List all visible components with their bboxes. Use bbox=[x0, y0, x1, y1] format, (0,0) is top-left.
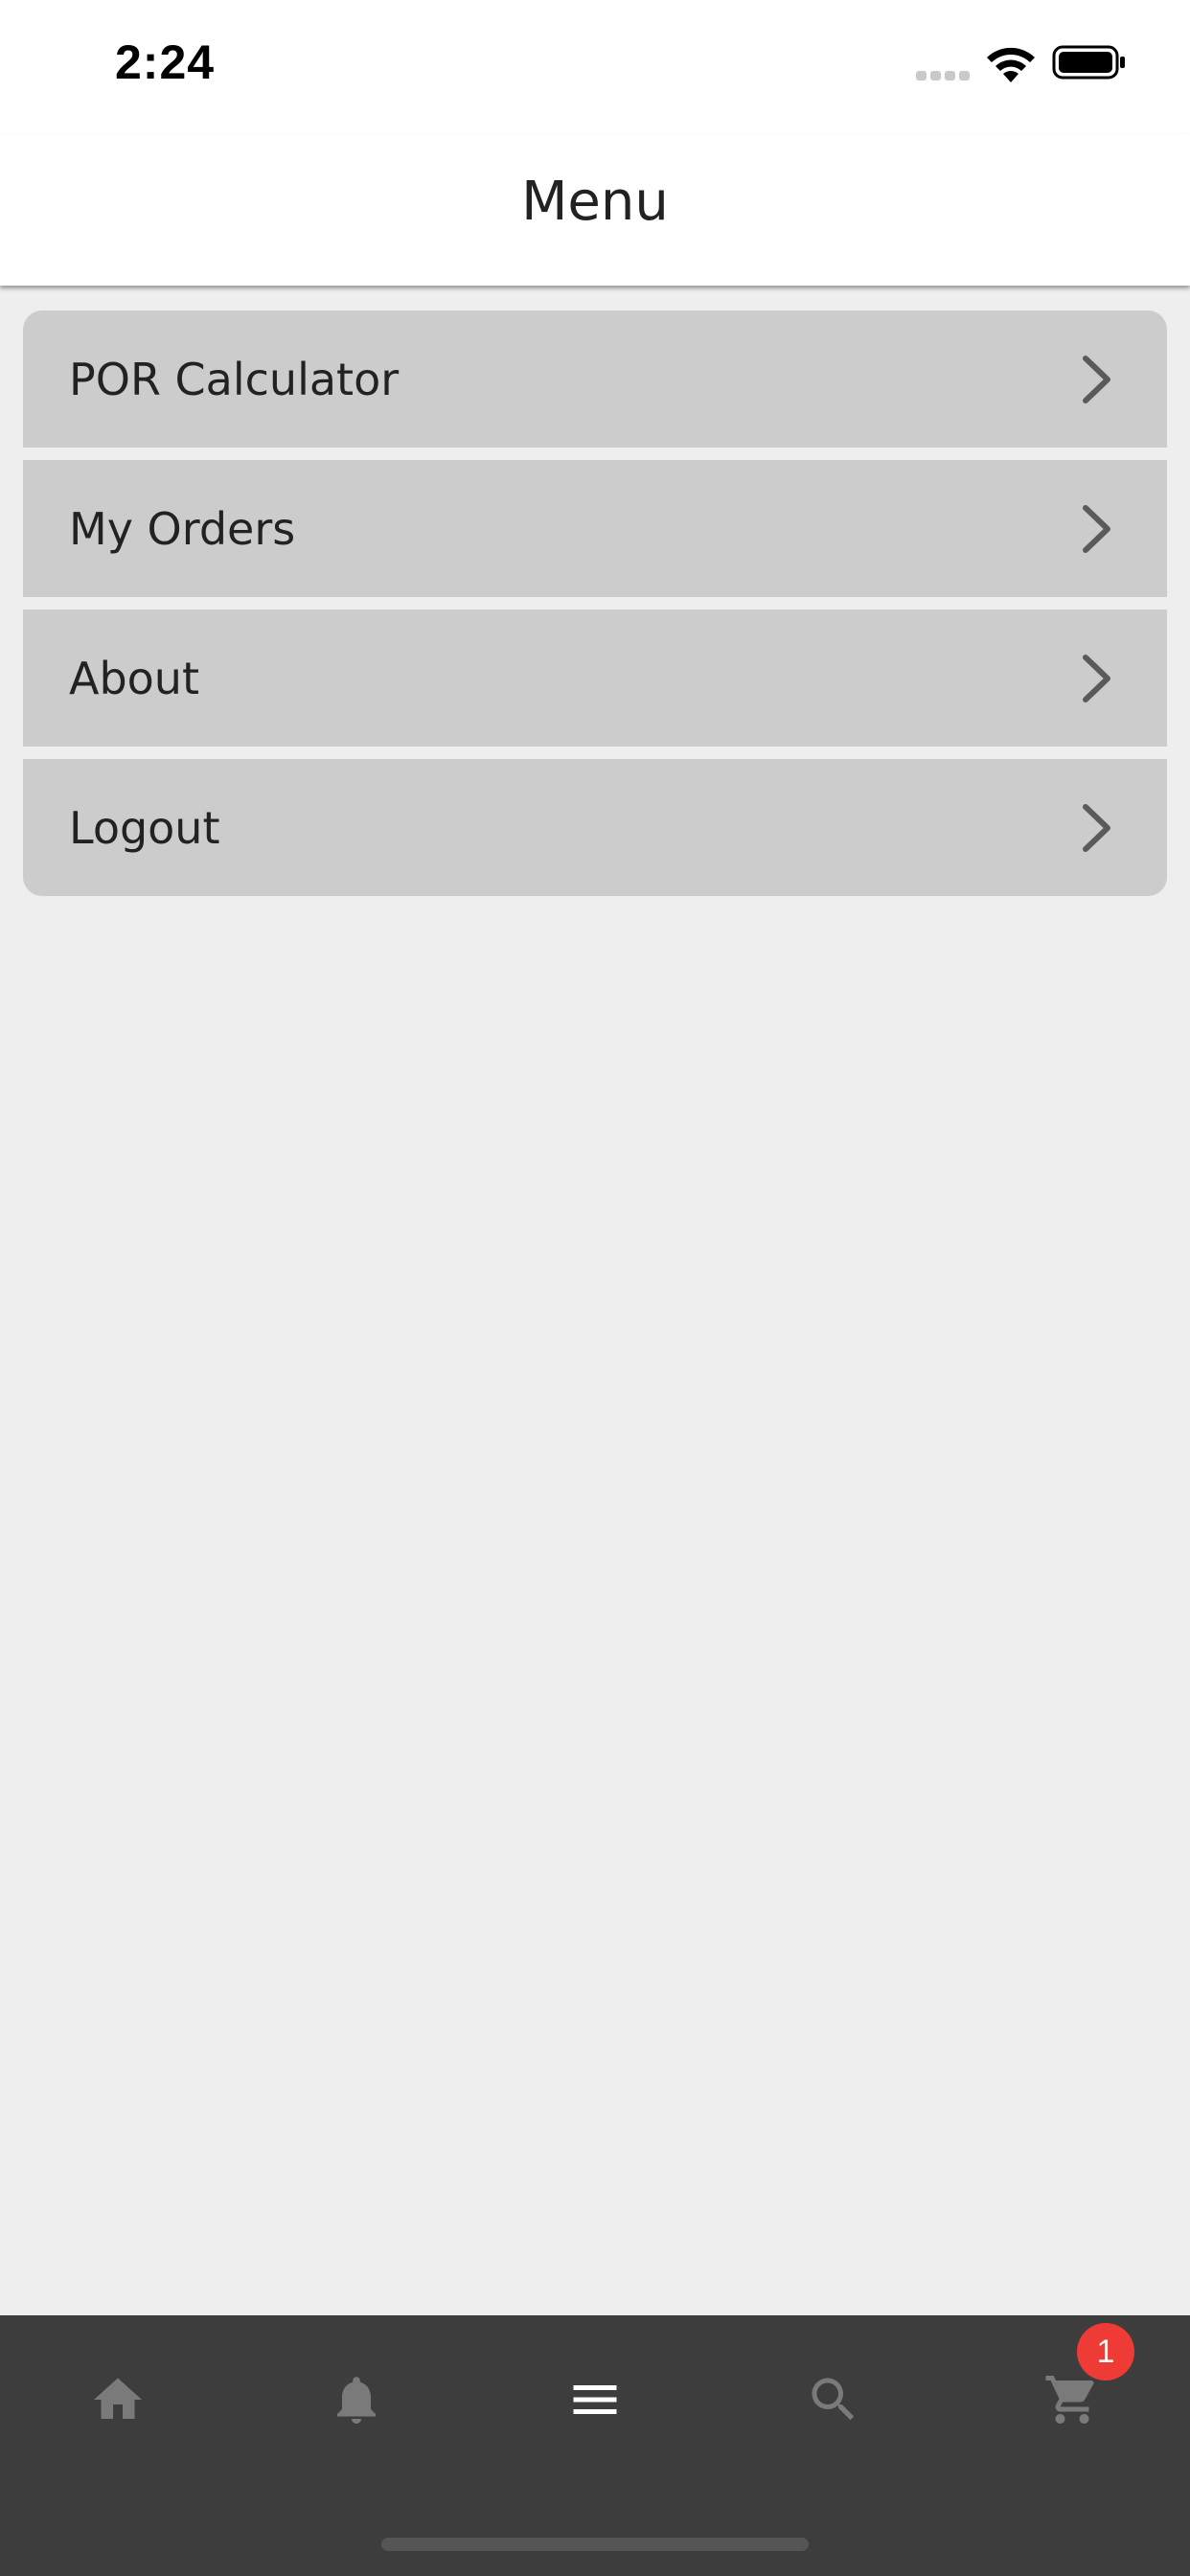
header: Menu bbox=[0, 134, 1190, 286]
menu-item-por-calculator[interactable]: POR Calculator bbox=[23, 310, 1167, 448]
tab-search[interactable] bbox=[776, 2354, 891, 2450]
home-indicator bbox=[381, 2538, 809, 2551]
search-icon bbox=[812, 2378, 855, 2421]
menu-item-label: Logout bbox=[69, 801, 220, 854]
menu-item-label: POR Calculator bbox=[69, 353, 400, 405]
cart-icon bbox=[1045, 2376, 1094, 2424]
menu-icon bbox=[573, 2385, 617, 2414]
status-time: 2:24 bbox=[115, 35, 216, 89]
chevron-right-icon bbox=[1083, 654, 1110, 702]
tab-home[interactable] bbox=[60, 2354, 175, 2450]
menu-list: POR Calculator My Orders About Logout bbox=[23, 310, 1167, 896]
wifi-icon bbox=[987, 47, 1035, 82]
battery-icon bbox=[1052, 45, 1125, 80]
home-icon bbox=[94, 2378, 142, 2419]
menu-item-label: About bbox=[69, 652, 200, 704]
status-bar: 2:24 bbox=[0, 0, 1190, 134]
chevron-right-icon bbox=[1083, 504, 1110, 553]
menu-item-my-orders[interactable]: My Orders bbox=[23, 460, 1167, 597]
cart-badge: 1 bbox=[1077, 2323, 1134, 2380]
chevron-right-icon bbox=[1083, 803, 1110, 852]
tab-notifications[interactable] bbox=[299, 2354, 414, 2450]
menu-item-about[interactable]: About bbox=[23, 610, 1167, 747]
chevron-right-icon bbox=[1083, 355, 1110, 403]
bell-icon bbox=[337, 2377, 376, 2424]
tab-bar bbox=[0, 2315, 1190, 2576]
cellular-signal-icon bbox=[916, 71, 972, 80]
menu-item-logout[interactable]: Logout bbox=[23, 759, 1167, 896]
page-title: Menu bbox=[521, 171, 669, 233]
menu-item-label: My Orders bbox=[69, 502, 296, 555]
tab-menu[interactable] bbox=[538, 2354, 652, 2450]
